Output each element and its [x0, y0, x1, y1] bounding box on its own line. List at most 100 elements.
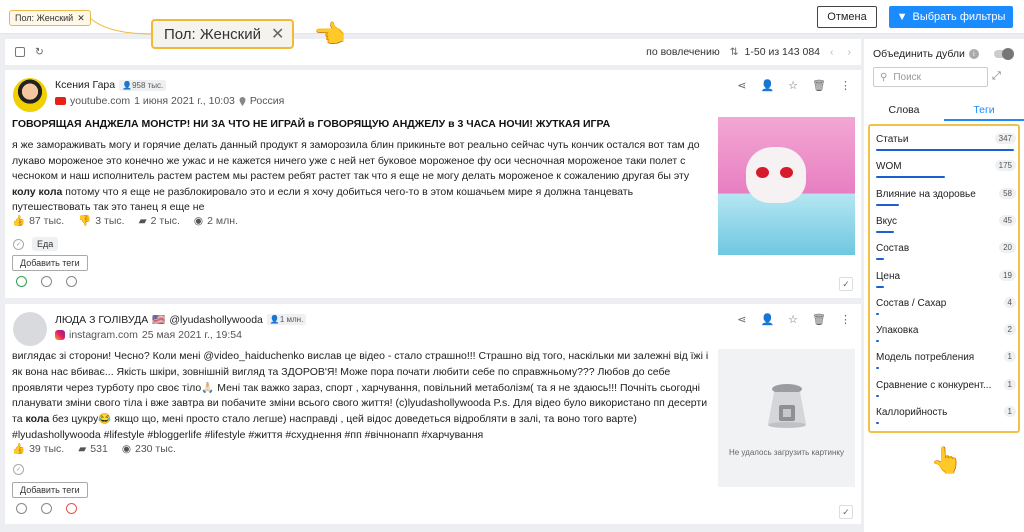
author-name[interactable]: ЛЮДА З ГОЛІВУДА: [55, 314, 148, 326]
followers-count: 1 млн.: [279, 315, 304, 324]
mark-processed-checkbox[interactable]: ✓: [839, 277, 853, 291]
positive-sentiment-icon[interactable]: [16, 276, 27, 287]
callout-connector: [89, 17, 153, 35]
pagination-range: 1-50 из 143 084: [744, 46, 820, 58]
tag-search-input[interactable]: ⚲ Поиск: [873, 67, 988, 87]
sort-order-icon[interactable]: ⇅: [730, 46, 739, 58]
avatar[interactable]: [13, 312, 47, 346]
user-icon[interactable]: 👤: [760, 79, 774, 92]
country-flag: 🇺🇸: [152, 314, 166, 326]
tag-list-item[interactable]: Состав / Сахар 4: [874, 295, 1016, 319]
expand-icon[interactable]: ⤢: [992, 70, 1001, 83]
author-handle[interactable]: @lyudashollywooda: [169, 314, 263, 326]
tag-check-icon[interactable]: ✓: [13, 464, 24, 475]
tab-words[interactable]: Слова: [864, 99, 944, 121]
user-icon: 👤: [269, 315, 280, 324]
post-date: 1 июня 2021 г., 10:03: [134, 95, 235, 107]
views-count: 2 млн.: [207, 214, 238, 227]
comment-icon: ▰: [138, 214, 147, 227]
apply-filters-label: Выбрать фильтры: [912, 11, 1006, 23]
post-card[interactable]: Ксения Гара 👤958 тыс. youtube.com 1 июня…: [5, 70, 861, 298]
source-link[interactable]: instagram.com: [69, 329, 138, 341]
neutral-sentiment-icon[interactable]: [41, 503, 52, 514]
tag-label: Состав / Сахар: [876, 297, 947, 309]
tab-tags[interactable]: Теги: [944, 99, 1024, 121]
merge-duplicates-toggle[interactable]: [994, 48, 1014, 60]
next-page-icon[interactable]: ›: [848, 46, 852, 58]
tag-chip[interactable]: Еда: [32, 237, 59, 251]
tag-list-item[interactable]: Каллорийность 1: [874, 404, 1016, 428]
add-tags-button[interactable]: Добавить теги: [12, 482, 88, 498]
likes-count: 39 тыс.: [29, 442, 65, 455]
tag-frequency-bar: [876, 258, 885, 261]
followers-badge: 👤1 млн.: [266, 314, 307, 325]
info-icon[interactable]: i: [968, 49, 979, 59]
user-icon[interactable]: 👤: [760, 313, 774, 326]
tag-list-item[interactable]: Модель потребления 1: [874, 349, 1016, 373]
negative-sentiment-icon[interactable]: [66, 503, 77, 514]
filter-chip[interactable]: Пол: Женский ✕: [9, 10, 91, 26]
negative-sentiment-icon[interactable]: [66, 276, 77, 287]
close-icon[interactable]: ✕: [77, 13, 85, 24]
star-icon[interactable]: ☆: [788, 79, 798, 92]
tag-list-item[interactable]: Сравнение с конкурент... 1: [874, 377, 1016, 401]
select-all-checkbox[interactable]: [15, 47, 25, 57]
apply-filters-button[interactable]: ▼ Выбрать фильтры: [889, 6, 1013, 28]
search-placeholder: Поиск: [893, 71, 922, 83]
share-icon[interactable]: ⋖: [737, 313, 746, 326]
tag-label: Каллорийность: [876, 407, 948, 418]
positive-sentiment-icon[interactable]: [16, 503, 27, 514]
followers-count: 958 тыс.: [132, 80, 164, 90]
tag-label: Упаковка: [876, 325, 919, 337]
tag-count: 19: [999, 269, 1016, 281]
refresh-icon[interactable]: ↻: [35, 46, 44, 58]
tag-frequency-bar: [876, 176, 945, 179]
source-link[interactable]: youtube.com: [70, 95, 130, 107]
share-icon[interactable]: ⋖: [737, 79, 746, 92]
tag-label: Сравнение с конкурент...: [876, 379, 992, 391]
tag-list-item[interactable]: Вкус 45: [874, 213, 1016, 237]
filter-callout: Пол: Женский ✕: [151, 19, 295, 49]
cancel-button[interactable]: Отмена: [817, 6, 877, 28]
dislike-icon: 👎: [78, 215, 92, 227]
tag-list-item[interactable]: Цена 19: [874, 268, 1016, 292]
tag-list-item[interactable]: Влияние на здоровье 58: [874, 186, 1016, 210]
tag-check-icon[interactable]: ✓: [13, 238, 24, 250]
tag-list-item[interactable]: WOM 175: [874, 158, 1016, 182]
neutral-sentiment-icon[interactable]: [41, 276, 52, 287]
followers-badge: 👤958 тыс.: [119, 79, 167, 91]
mark-processed-checkbox[interactable]: ✓: [839, 505, 853, 519]
tag-label: Влияние на здоровье: [876, 188, 976, 200]
youtube-icon: [55, 97, 66, 105]
prev-page-icon[interactable]: ‹: [830, 46, 834, 58]
tag-list-item[interactable]: Упаковка 2: [874, 322, 1016, 346]
avatar[interactable]: [13, 78, 47, 112]
tag-list-item[interactable]: Состав 20: [874, 240, 1016, 264]
filter-icon: ▼: [896, 11, 908, 23]
more-icon[interactable]: ⋮: [840, 79, 851, 92]
eye-icon: ◉: [121, 442, 131, 455]
like-icon: 👍: [12, 443, 26, 455]
image-placeholder: Не удалось загрузить картинку: [718, 349, 855, 487]
more-icon[interactable]: ⋮: [840, 313, 851, 326]
post-thumbnail[interactable]: [718, 117, 855, 255]
tag-count: 1: [1003, 351, 1016, 363]
trash-icon[interactable]: 🗑: [812, 313, 826, 326]
post-card[interactable]: ЛЮДА З ГОЛІВУДА 🇺🇸 @lyudashollywooda 👤1 …: [5, 304, 861, 524]
location-pin-icon: [239, 96, 246, 106]
merge-duplicates-label: Объединить дубли: [873, 48, 965, 60]
tag-count: 4: [1003, 296, 1016, 308]
add-tags-button[interactable]: Добавить теги: [12, 255, 88, 271]
filter-chip-label: Пол: Женский: [15, 13, 74, 23]
pointing-hand-icon: 👆: [315, 17, 346, 51]
tag-list-item[interactable]: Статьи 347: [874, 131, 1016, 155]
tag-label: Вкус: [876, 215, 898, 227]
sort-selector[interactable]: по вовлечению: [646, 46, 720, 58]
like-icon: 👍: [12, 215, 26, 227]
tag-count: 2: [1003, 324, 1016, 336]
star-icon[interactable]: ☆: [788, 313, 798, 326]
tag-frequency-bar: [876, 149, 1014, 151]
author-name[interactable]: Ксения Гара: [55, 79, 115, 91]
trash-icon[interactable]: 🗑: [812, 79, 826, 92]
likes-count: 87 тыс.: [29, 214, 65, 227]
